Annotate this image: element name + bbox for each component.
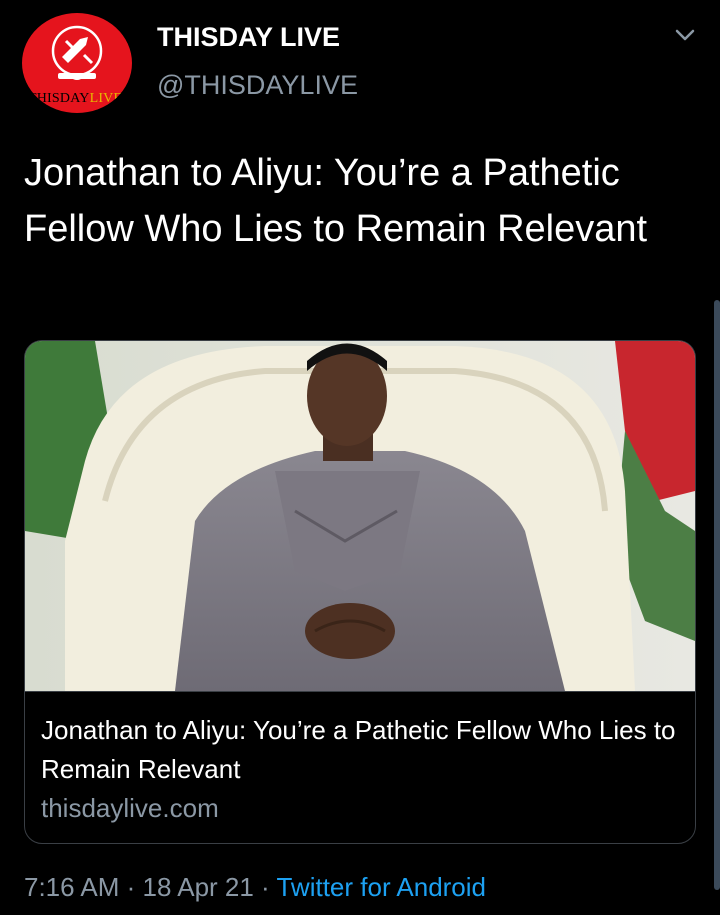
link-card[interactable]: Jonathan to Aliyu: You’re a Pathetic Fel… (24, 340, 696, 844)
scrollbar[interactable] (714, 300, 720, 890)
card-title: Jonathan to Aliyu: You’re a Pathetic Fel… (41, 715, 676, 784)
tweet: THISDAYLIVE THISDAY LIVE @THISDAYLIVE Jo… (0, 0, 720, 915)
tweet-time[interactable]: 7:16 AM (24, 872, 119, 902)
card-domain: thisdaylive.com (41, 793, 219, 823)
tweet-date[interactable]: 18 Apr 21 (143, 872, 254, 902)
card-image (25, 341, 695, 692)
tweet-meta: 7:16 AM · 18 Apr 21 · Twitter for Androi… (24, 872, 486, 903)
tweet-source-link[interactable]: Twitter for Android (276, 872, 486, 902)
handle[interactable]: @THISDAYLIVE (157, 70, 358, 101)
meta-separator: · (119, 872, 143, 902)
avatar-wordmark: THISDAYLIVE (28, 91, 123, 106)
chevron-down-icon[interactable] (674, 27, 696, 43)
meta-separator: · (253, 872, 277, 902)
display-name[interactable]: THISDAY LIVE (157, 22, 340, 53)
avatar[interactable]: THISDAYLIVE (22, 13, 132, 113)
tweet-text: Jonathan to Aliyu: You’re a Pathetic Fel… (24, 152, 648, 250)
